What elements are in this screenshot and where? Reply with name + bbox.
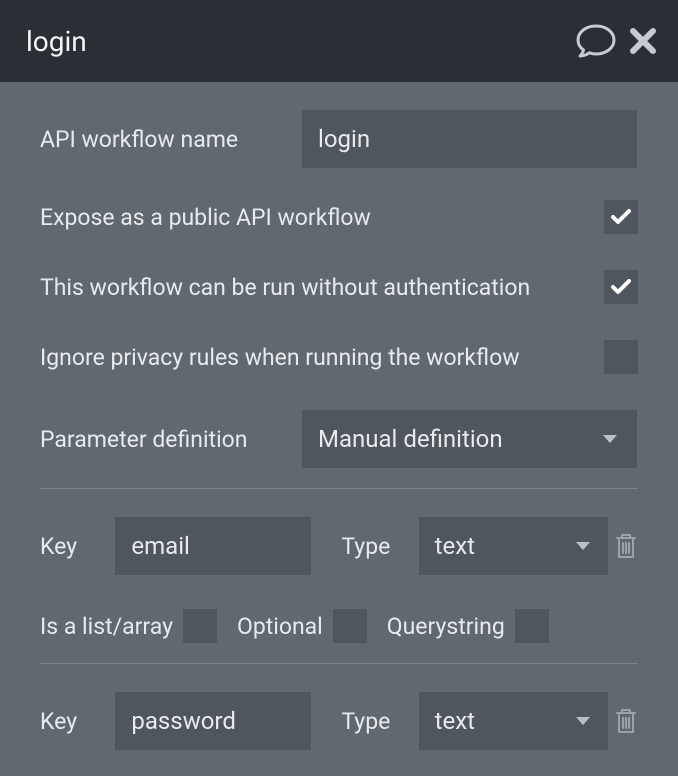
parameter-type-value: text (435, 532, 475, 560)
type-label: Type (341, 708, 418, 735)
parameter-type-select[interactable]: text (419, 692, 608, 750)
param-definition-label: Parameter definition (40, 426, 302, 453)
parameter-row: Key Type text (40, 692, 638, 750)
dialog-content: API workflow name Expose as a public API… (0, 82, 678, 750)
querystring-checkbox[interactable] (515, 609, 549, 643)
comment-icon[interactable] (576, 24, 616, 58)
workflow-name-input[interactable] (302, 110, 637, 168)
querystring-label: Querystring (387, 613, 505, 640)
is-list-label: Is a list/array (40, 613, 173, 640)
parameter-type-select[interactable]: text (419, 517, 608, 575)
chevron-down-icon (576, 717, 590, 725)
dialog-header: login (0, 0, 678, 82)
parameter-key-input[interactable] (115, 517, 311, 575)
parameter-flags-row: Is a list/array Optional Querystring (40, 609, 638, 643)
parameter-key-input[interactable] (115, 692, 311, 750)
optional-checkbox[interactable] (333, 609, 367, 643)
no-auth-checkbox[interactable] (604, 270, 638, 304)
key-label: Key (40, 533, 115, 560)
workflow-name-row: API workflow name (40, 110, 638, 168)
optional-label: Optional (237, 613, 323, 640)
ignore-privacy-label: Ignore privacy rules when running the wo… (40, 344, 604, 371)
checkmark-icon (611, 209, 631, 225)
divider (40, 663, 638, 664)
no-auth-label: This workflow can be run without authent… (40, 274, 604, 301)
dialog-title: login (26, 25, 87, 58)
ignore-privacy-checkbox[interactable] (604, 340, 638, 374)
close-icon[interactable] (630, 28, 656, 54)
is-list-flag: Is a list/array (40, 609, 217, 643)
parameter-block: Key Type text Is a list/array Optional Q… (40, 517, 638, 643)
type-label: Type (341, 533, 418, 560)
expose-public-row: Expose as a public API workflow (40, 200, 638, 234)
parameter-block: Key Type text (40, 692, 638, 750)
param-definition-row: Parameter definition Manual definition (40, 410, 638, 468)
chevron-down-icon (603, 435, 617, 443)
optional-flag: Optional (237, 609, 367, 643)
param-definition-value: Manual definition (318, 425, 503, 453)
no-auth-row: This workflow can be run without authent… (40, 270, 638, 304)
param-definition-select[interactable]: Manual definition (302, 410, 637, 468)
parameter-row: Key Type text (40, 517, 638, 575)
ignore-privacy-row: Ignore privacy rules when running the wo… (40, 340, 638, 374)
checkmark-icon (611, 279, 631, 295)
querystring-flag: Querystring (387, 609, 549, 643)
expose-public-label: Expose as a public API workflow (40, 204, 604, 231)
divider (40, 488, 638, 489)
workflow-name-label: API workflow name (40, 126, 302, 153)
trash-icon[interactable] (614, 707, 638, 735)
parameter-type-value: text (435, 707, 475, 735)
header-actions (576, 24, 656, 58)
chevron-down-icon (576, 542, 590, 550)
key-label: Key (40, 708, 115, 735)
trash-icon[interactable] (614, 532, 638, 560)
is-list-checkbox[interactable] (183, 609, 217, 643)
expose-public-checkbox[interactable] (604, 200, 638, 234)
